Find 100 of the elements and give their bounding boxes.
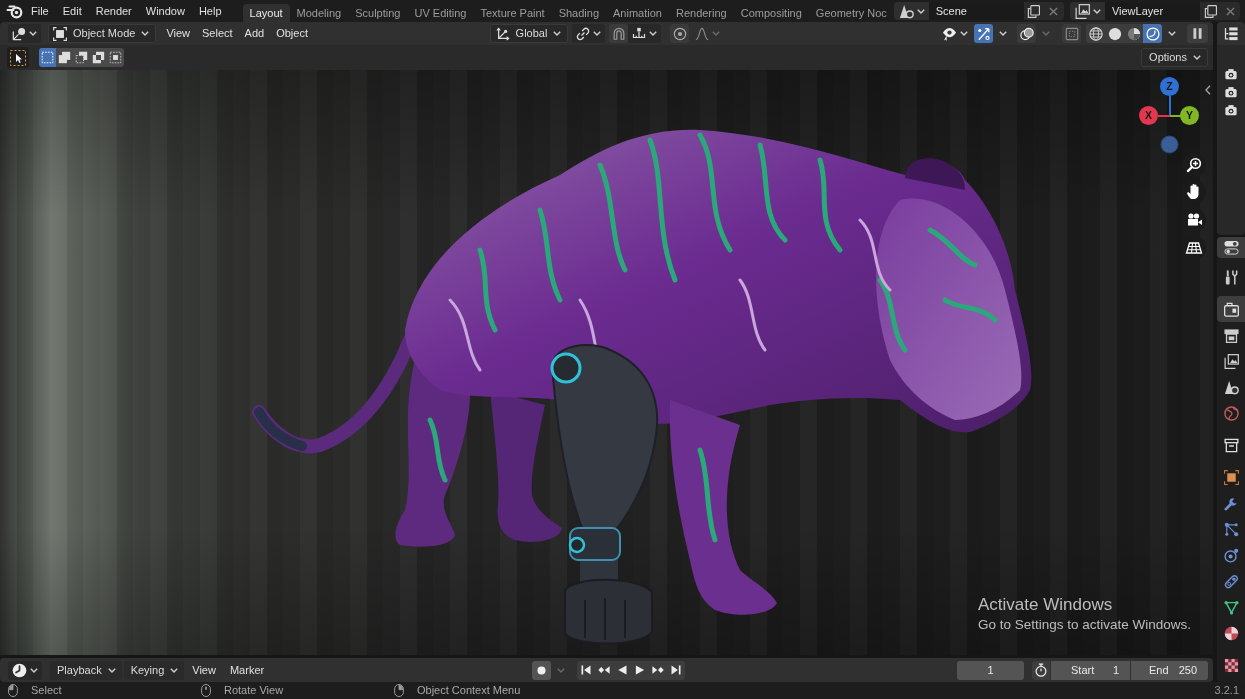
scene-menu-button[interactable] bbox=[893, 2, 929, 20]
activation-message: Go to Settings to activate Windows. bbox=[978, 617, 1192, 633]
copy-icon bbox=[1027, 4, 1041, 18]
select-mode-button[interactable] bbox=[39, 48, 56, 67]
wireframe-sphere-icon bbox=[1088, 26, 1103, 41]
record-toggle[interactable] bbox=[531, 660, 551, 680]
snap-toggle[interactable] bbox=[609, 24, 629, 43]
menu-dropdown[interactable]: Playback bbox=[50, 660, 122, 680]
workspace-tab[interactable]: Animation bbox=[606, 4, 669, 22]
workspace-tab[interactable]: UV Editing bbox=[407, 4, 474, 22]
workspace-tab[interactable]: Geometry Noc bbox=[808, 4, 894, 22]
camera-icon[interactable] bbox=[1225, 104, 1237, 116]
editor-type-button[interactable] bbox=[8, 24, 41, 43]
shading-mode-button[interactable] bbox=[1124, 24, 1143, 43]
caret-icon bbox=[649, 31, 658, 36]
close-icon bbox=[1049, 6, 1059, 16]
camera-icon[interactable] bbox=[1225, 86, 1237, 98]
menu-item[interactable]: Select bbox=[196, 24, 239, 43]
overlay-toggle[interactable] bbox=[1017, 24, 1036, 43]
version-text: 3.2.1 bbox=[1214, 685, 1239, 696]
menu-item[interactable]: View bbox=[186, 660, 222, 680]
workspace-tab[interactable]: Shading bbox=[551, 4, 607, 22]
pause-button[interactable] bbox=[1187, 24, 1208, 43]
menu-item[interactable]: Help bbox=[191, 2, 229, 20]
jump-start-icon bbox=[579, 664, 592, 676]
menu-item[interactable]: Window bbox=[138, 2, 192, 20]
rendered-sphere-icon bbox=[1145, 26, 1160, 41]
options-dropdown[interactable]: Options bbox=[1141, 48, 1208, 67]
active-tool-button[interactable] bbox=[7, 47, 29, 68]
properties-tab[interactable] bbox=[1217, 296, 1245, 322]
orientation-dropdown[interactable]: Global bbox=[489, 24, 569, 43]
pivot-dropdown[interactable] bbox=[572, 24, 606, 43]
activation-title: Activate Windows bbox=[978, 595, 1114, 615]
menu-item[interactable]: File bbox=[24, 2, 56, 20]
mouse-icon bbox=[201, 684, 211, 697]
menu-item[interactable]: Marker bbox=[223, 660, 271, 680]
menu-dropdown[interactable]: Keying bbox=[123, 660, 185, 680]
select-mode-button[interactable] bbox=[56, 48, 73, 67]
workspace-tab[interactable]: Sculpting bbox=[348, 4, 408, 22]
select-mode-button[interactable] bbox=[107, 48, 124, 67]
caret-icon bbox=[960, 31, 968, 36]
caret-icon bbox=[712, 31, 721, 36]
view-layer-field[interactable]: ViewLayer bbox=[1104, 2, 1200, 20]
image-stack-icon bbox=[1223, 353, 1239, 369]
caret-icon bbox=[556, 667, 565, 673]
printer-icon bbox=[1223, 327, 1239, 343]
workspace-tab[interactable]: Rendering bbox=[668, 4, 734, 22]
jump-end-icon bbox=[669, 664, 682, 676]
workspace-tab[interactable]: Texture Paint bbox=[473, 4, 552, 22]
menu-item[interactable]: Edit bbox=[55, 2, 89, 20]
dashed-square-icon bbox=[41, 51, 54, 64]
proportional-editing-toggle[interactable] bbox=[670, 24, 690, 43]
select-cursor-icon bbox=[10, 49, 26, 66]
shading-mode-button[interactable] bbox=[1143, 24, 1162, 43]
diamond-left-icon bbox=[597, 664, 610, 676]
start-frame-field[interactable]: Start 1 bbox=[1051, 660, 1130, 680]
editor-type-button[interactable] bbox=[8, 660, 42, 680]
camera-icon[interactable] bbox=[1225, 68, 1237, 80]
shading-mode-button[interactable] bbox=[1086, 24, 1105, 43]
axis-handle[interactable]: Z bbox=[1160, 77, 1179, 96]
stopwatch-icon bbox=[1034, 663, 1048, 677]
target-circle-icon bbox=[672, 26, 687, 41]
play-icon bbox=[633, 664, 646, 676]
mouse-icon bbox=[8, 684, 18, 697]
caret-icon bbox=[107, 667, 116, 673]
axes-sphere-icon bbox=[12, 26, 26, 41]
gizmo-toggle[interactable] bbox=[974, 24, 993, 43]
axis-dot-icon[interactable] bbox=[1160, 135, 1179, 154]
scene-field[interactable]: Scene bbox=[928, 2, 1024, 20]
perspective-grid-icon[interactable] bbox=[1182, 236, 1206, 260]
subtract-squares-icon bbox=[75, 51, 88, 64]
end-frame-field[interactable]: End 250 bbox=[1131, 660, 1208, 680]
caret-icon bbox=[999, 31, 1007, 36]
select-mode-button[interactable] bbox=[90, 48, 107, 67]
caret-icon bbox=[593, 31, 602, 36]
shading-mode-button[interactable] bbox=[1105, 24, 1124, 43]
curve-icon bbox=[695, 26, 710, 41]
view-layer-menu-button[interactable] bbox=[1069, 2, 1105, 20]
current-frame-field[interactable]: 1 bbox=[957, 660, 1024, 680]
snap-target-dropdown[interactable] bbox=[628, 24, 662, 43]
workspace-tab[interactable]: Layout bbox=[242, 4, 290, 22]
workspace-tab[interactable]: Modeling bbox=[289, 4, 349, 22]
axis-handle[interactable]: X bbox=[1139, 106, 1158, 125]
mode-dropdown[interactable]: Object Mode bbox=[48, 24, 157, 43]
record-dot-icon bbox=[536, 665, 546, 675]
menu-item[interactable]: View bbox=[160, 24, 197, 43]
sphere-icon bbox=[1223, 625, 1239, 641]
outliner-icon[interactable] bbox=[1224, 26, 1238, 41]
menu-item[interactable]: Object bbox=[270, 24, 314, 43]
logo-icon[interactable] bbox=[6, 3, 23, 19]
axis-handle[interactable]: Y bbox=[1180, 106, 1199, 125]
menu-item[interactable]: Add bbox=[238, 24, 271, 43]
xray-toggle[interactable] bbox=[1062, 24, 1081, 43]
navigation-toggle-button[interactable] bbox=[1217, 237, 1245, 258]
menu-item[interactable]: Render bbox=[88, 2, 139, 20]
select-mode-button[interactable] bbox=[73, 48, 90, 67]
screwdriver-wrench-icon bbox=[1223, 269, 1239, 285]
preview-range-toggle[interactable] bbox=[1032, 660, 1050, 680]
playback-button[interactable] bbox=[576, 660, 595, 680]
workspace-tab[interactable]: Compositing bbox=[733, 4, 809, 22]
